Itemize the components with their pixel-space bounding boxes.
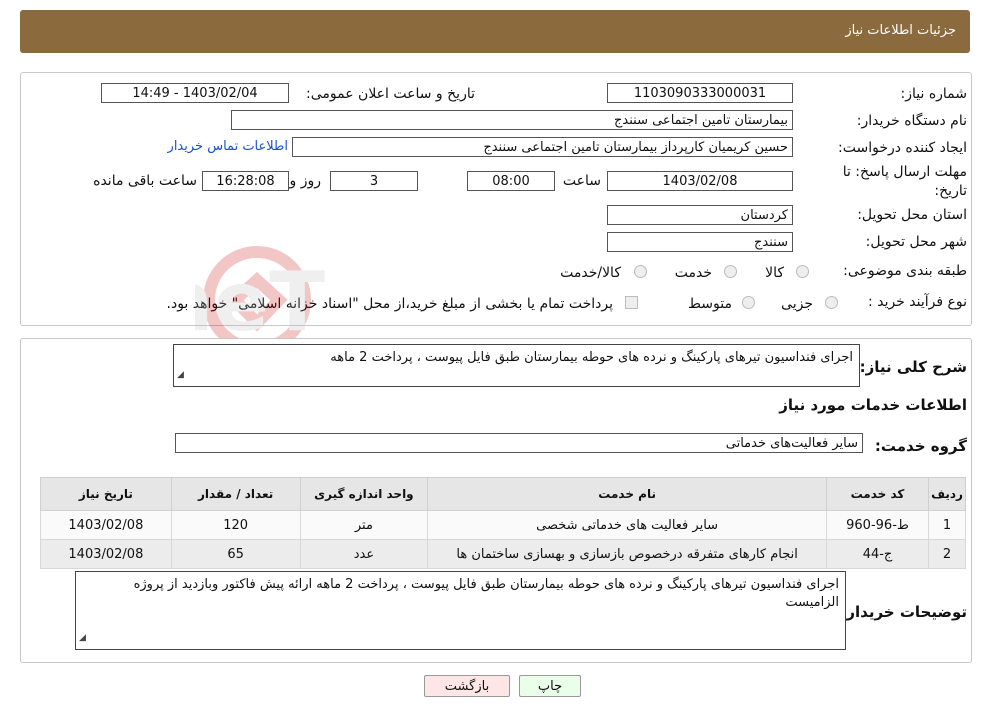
page-header: جزئیات اطلاعات نیاز (20, 10, 970, 53)
category-radio-service[interactable] (724, 265, 737, 278)
days-label: روز و (289, 173, 322, 189)
col-row-number: ردیف (928, 477, 966, 511)
description-text: اجرای فنداسیون تیرهای پارکینگ و نرده های… (330, 350, 853, 365)
purchase-type-label: نوع فرآیند خرید : (868, 294, 967, 310)
service-group-field[interactable]: سایر فعالیت‌های خدماتی (175, 433, 863, 453)
category-label: طبقه بندی موضوعی: (843, 263, 967, 279)
table-row[interactable]: 2 ج-44 انجام کارهای متفرقه درخصوص بازساز… (40, 539, 966, 569)
col-need-date: تاریخ نیاز (40, 477, 172, 511)
announce-datetime-field[interactable]: 1403/02/04 - 14:49 (101, 83, 289, 103)
cell-row-number: 1 (928, 510, 966, 540)
treasury-payment-checkbox[interactable] (625, 296, 638, 309)
buyer-contact-link[interactable]: اطلاعات تماس خریدار (168, 139, 288, 154)
cell-service-name: سایر فعالیت های خدماتی شخصی (427, 510, 827, 540)
purchase-option-medium: متوسط (688, 296, 732, 312)
remaining-time-field[interactable]: 16:28:08 (202, 171, 289, 191)
city-field[interactable]: سنندج (607, 232, 793, 252)
deadline-label-line2: تاریخ: (934, 183, 967, 199)
print-button[interactable]: چاپ (519, 675, 581, 697)
description-label: شرح کلی نیاز: (859, 358, 967, 376)
buyer-notes-text: اجرای فنداسیون تیرهای پارکینگ و نرده های… (133, 577, 839, 610)
resize-grip-icon[interactable]: ◢ (79, 629, 86, 647)
purchase-radio-minor[interactable] (825, 296, 838, 309)
category-radio-goods-service[interactable] (634, 265, 647, 278)
cell-service-code: ط-96-960 (825, 510, 930, 540)
cell-unit: عدد (299, 539, 429, 569)
category-option-service: خدمت (674, 265, 712, 281)
cell-service-name: انجام کارهای متفرقه درخصوص بازسازی و بهس… (427, 539, 827, 569)
category-option-goods-service: کالا/خدمت (560, 265, 621, 281)
remaining-days-field[interactable]: 3 (330, 171, 418, 191)
deadline-date-field[interactable]: 1403/02/08 (607, 171, 793, 191)
cell-quantity: 120 (170, 510, 301, 540)
requester-field[interactable]: حسین کریمیان کارپرداز بیمارستان تامین اج… (292, 137, 793, 157)
city-label: شهر محل تحویل: (865, 234, 967, 250)
back-button[interactable]: بازگشت (424, 675, 510, 697)
purchase-option-minor: جزیی (781, 296, 813, 312)
category-radio-goods[interactable] (796, 265, 809, 278)
cell-need-date: 1403/02/08 (40, 539, 172, 569)
buyer-org-field[interactable]: بیمارستان تامین اجتماعی سنندج (231, 110, 793, 130)
requester-label: ایجاد کننده درخواست: (838, 140, 967, 156)
buyer-org-label: نام دستگاه خریدار: (856, 113, 967, 129)
deadline-label-line1: مهلت ارسال پاسخ: تا (842, 164, 967, 180)
province-field[interactable]: کردستان (607, 205, 793, 225)
announce-datetime-label: تاریخ و ساعت اعلان عمومی: (306, 86, 475, 102)
purchase-radio-medium[interactable] (742, 296, 755, 309)
remaining-time-label: ساعت باقی مانده (93, 173, 197, 189)
deadline-time-field[interactable]: 08:00 (467, 171, 555, 191)
services-section-title: اطلاعات خدمات مورد نیاز (779, 396, 967, 414)
category-option-goods: کالا (765, 265, 784, 281)
col-unit: واحد اندازه گیری (299, 477, 429, 511)
treasury-payment-note: پرداخت تمام یا بخشی از مبلغ خرید،از محل … (166, 296, 613, 312)
col-quantity: تعداد / مقدار (170, 477, 301, 511)
service-group-label: گروه خدمت: (874, 437, 967, 455)
description-textarea[interactable]: اجرای فنداسیون تیرهای پارکینگ و نرده های… (173, 344, 860, 387)
province-label: استان محل تحویل: (857, 207, 967, 223)
deadline-time-label: ساعت (562, 173, 601, 189)
col-service-name: نام خدمت (427, 477, 827, 511)
buyer-notes-textarea[interactable]: اجرای فنداسیون تیرهای پارکینگ و نرده های… (75, 571, 846, 650)
col-service-code: کد خدمت (825, 477, 930, 511)
need-number-field[interactable]: 1103090333000031 (607, 83, 793, 103)
page-title: جزئیات اطلاعات نیاز (845, 23, 956, 38)
cell-row-number: 2 (928, 539, 966, 569)
cell-unit: متر (299, 510, 429, 540)
cell-quantity: 65 (170, 539, 301, 569)
buyer-notes-label: توضیحات خریدار: (840, 603, 967, 621)
resize-grip-icon[interactable]: ◢ (177, 366, 184, 384)
table-header-row: ردیف کد خدمت نام خدمت واحد اندازه گیری ت… (40, 477, 966, 511)
cell-service-code: ج-44 (825, 539, 930, 569)
need-number-label: شماره نیاز: (900, 86, 968, 102)
table-row[interactable]: 1 ط-96-960 سایر فعالیت های خدماتی شخصی م… (40, 510, 966, 540)
cell-need-date: 1403/02/08 (40, 510, 172, 540)
services-table: ردیف کد خدمت نام خدمت واحد اندازه گیری ت… (40, 477, 966, 569)
